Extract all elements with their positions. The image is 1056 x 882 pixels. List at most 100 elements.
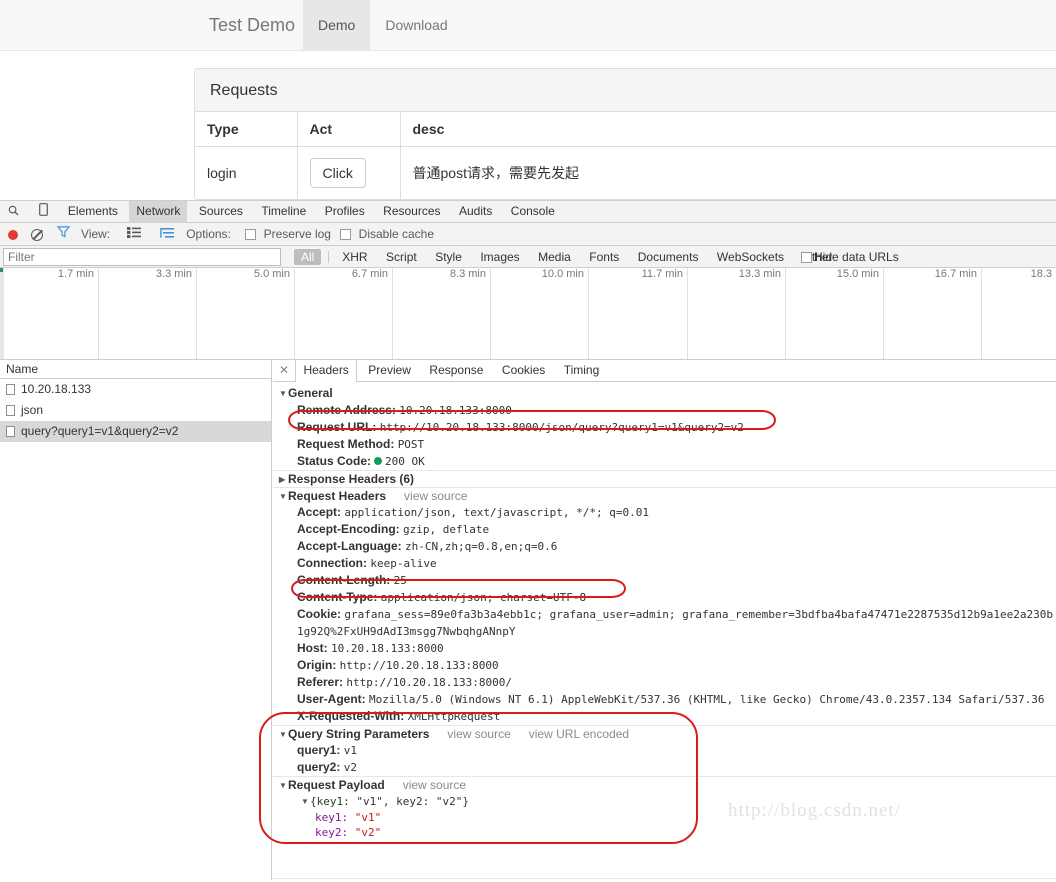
tab-preview[interactable]: Preview xyxy=(361,360,418,382)
header-key: Referer: xyxy=(297,675,344,689)
section-response-headers[interactable]: ▶ Response Headers (6) xyxy=(273,470,1056,487)
filter-type-media[interactable]: Media xyxy=(531,249,578,265)
view-source-link[interactable]: view source xyxy=(404,489,467,503)
payload-key: key1: xyxy=(315,811,349,824)
preserve-log-label[interactable]: Preserve log xyxy=(264,223,331,246)
large-rows-icon[interactable] xyxy=(160,223,175,246)
list-item-label: query?query1=v1&query2=v2 xyxy=(21,424,179,438)
query-param-value: v1 xyxy=(343,744,357,757)
header-row: Content-Length: 25 xyxy=(273,572,1056,589)
filter-type-all[interactable]: All xyxy=(294,249,322,265)
header-value: XMLHttpRequest xyxy=(407,710,501,723)
filter-type-fonts[interactable]: Fonts xyxy=(582,249,626,265)
hide-data-urls-checkbox[interactable] xyxy=(801,251,812,263)
brand-title[interactable]: Test Demo xyxy=(194,0,310,50)
tab-console[interactable]: Console xyxy=(504,201,562,223)
funnel-icon[interactable] xyxy=(56,223,71,246)
click-button[interactable]: Click xyxy=(309,157,366,188)
top-navbar: Test Demo Demo Download xyxy=(0,0,1056,51)
header-key: Connection: xyxy=(297,556,367,570)
column-header-desc: desc xyxy=(400,112,1056,147)
timeline-tick: 13.3 min xyxy=(688,268,786,359)
chevron-down-icon: ▼ xyxy=(279,730,287,739)
tab-response[interactable]: Response xyxy=(422,360,490,382)
tab-headers[interactable]: Headers xyxy=(295,360,357,382)
header-value: zh-CN,zh;q=0.8,en;q=0.6 xyxy=(405,540,558,553)
tab-sources[interactable]: Sources xyxy=(192,201,250,223)
tab-timing[interactable]: Timing xyxy=(557,360,607,382)
view-label: View: xyxy=(81,227,111,241)
section-general[interactable]: ▼General xyxy=(273,385,1056,402)
timeline-tick: 6.7 min xyxy=(295,268,393,359)
filter-input[interactable] xyxy=(3,248,281,266)
filter-type-script[interactable]: Script xyxy=(379,249,424,265)
search-icon[interactable] xyxy=(0,201,26,223)
row-request-url: Request URL: http://10.20.18.133:8000/js… xyxy=(273,419,1056,436)
view-source-link[interactable]: view source xyxy=(447,727,510,741)
chevron-down-icon: ▼ xyxy=(279,389,287,398)
hide-data-urls-label: Hide data URLs xyxy=(814,250,899,264)
filter-type-xhr[interactable]: XHR xyxy=(335,249,374,265)
view-url-encoded-link[interactable]: view URL encoded xyxy=(529,727,629,741)
timeline-tick: 15.0 min xyxy=(786,268,884,359)
list-item[interactable]: query?query1=v1&query2=v2 xyxy=(0,421,271,442)
filter-type-images[interactable]: Images xyxy=(473,249,526,265)
header-value: Mozilla/5.0 (Windows NT 6.1) AppleWebKit… xyxy=(369,693,1045,706)
payload-object-summary[interactable]: ▼{key1: "v1", key2: "v2"} xyxy=(273,793,1056,810)
tab-network[interactable]: Network xyxy=(129,201,188,223)
timeline-tick: 10.0 min xyxy=(491,268,589,359)
filter-type-websockets[interactable]: WebSockets xyxy=(710,249,791,265)
nav-item-demo[interactable]: Demo xyxy=(303,0,371,50)
network-timeline-overview[interactable]: 1.7 min 3.3 min 5.0 min 6.7 min 8.3 min … xyxy=(0,268,1056,360)
filter-type-style[interactable]: Style xyxy=(428,249,469,265)
header-key: X-Requested-With: xyxy=(297,709,405,723)
payload-value: "v1" xyxy=(354,811,382,824)
header-key: Accept: xyxy=(297,505,342,519)
timeline-tick-label: 8.3 min xyxy=(449,268,486,280)
header-row: Accept-Language: zh-CN,zh;q=0.8,en;q=0.6 xyxy=(273,538,1056,555)
timeline-tick-label: 18.3 xyxy=(1030,268,1052,280)
tab-audits[interactable]: Audits xyxy=(452,201,499,223)
section-request-payload[interactable]: ▼Request Payload view source xyxy=(273,776,1056,793)
tab-timeline[interactable]: Timeline xyxy=(254,201,313,223)
nav-item-download[interactable]: Download xyxy=(370,0,462,50)
section-query-string[interactable]: ▼Query String Parameters view source view … xyxy=(273,725,1056,742)
value-request-url: http://10.20.18.133:8000/json/query?quer… xyxy=(379,421,744,434)
header-row-cookie: Cookie: grafana_sess=89e0fa3b3a4ebb1c; g… xyxy=(273,606,1056,640)
devtools-tabbar: Elements Network Sources Timeline Profil… xyxy=(0,201,1056,223)
tab-resources[interactable]: Resources xyxy=(376,201,447,223)
value-remote-address: 10.20.18.133:8000 xyxy=(399,404,512,417)
preserve-log-checkbox[interactable] xyxy=(239,223,260,246)
hide-data-urls-option[interactable]: Hide data URLs xyxy=(801,246,899,268)
timeline-tick: 8.3 min xyxy=(393,268,491,359)
filter-type-documents[interactable]: Documents xyxy=(631,249,706,265)
clear-icon[interactable] xyxy=(29,223,53,246)
list-view-icon[interactable] xyxy=(126,223,141,246)
names-column-header[interactable]: Name xyxy=(0,360,271,379)
key-request-url: Request URL: xyxy=(297,420,377,434)
view-source-link[interactable]: view source xyxy=(403,778,466,792)
devtools-panel: Elements Network Sources Timeline Profil… xyxy=(0,200,1056,882)
payload-entry: key2: "v2" xyxy=(273,825,1056,840)
nav-items: Demo Download xyxy=(303,0,463,50)
query-param-key: query1: xyxy=(297,743,341,757)
header-row: X-Requested-With: XMLHttpRequest xyxy=(273,708,1056,725)
close-icon[interactable]: ✕ xyxy=(277,360,291,382)
tab-cookies[interactable]: Cookies xyxy=(495,360,552,382)
record-dot-icon[interactable] xyxy=(0,223,26,246)
list-item[interactable]: json xyxy=(0,400,271,421)
tab-profiles[interactable]: Profiles xyxy=(318,201,372,223)
header-key: Content-Type: xyxy=(297,590,378,604)
tab-elements[interactable]: Elements xyxy=(61,201,125,223)
document-icon xyxy=(6,405,15,416)
section-request-payload-title: Request Payload xyxy=(288,778,385,792)
list-item[interactable]: 10.20.18.133 xyxy=(0,379,271,400)
document-icon xyxy=(6,384,15,395)
disable-cache-checkbox[interactable] xyxy=(334,223,355,246)
header-key: User-Agent: xyxy=(297,692,366,706)
timeline-tick-label: 11.7 min xyxy=(641,268,683,280)
section-request-headers[interactable]: ▼Request Headers view source xyxy=(273,487,1056,504)
header-row: Content-Type: application/json; charset=… xyxy=(273,589,1056,606)
device-mode-icon[interactable] xyxy=(30,201,56,223)
disable-cache-label[interactable]: Disable cache xyxy=(359,223,434,246)
